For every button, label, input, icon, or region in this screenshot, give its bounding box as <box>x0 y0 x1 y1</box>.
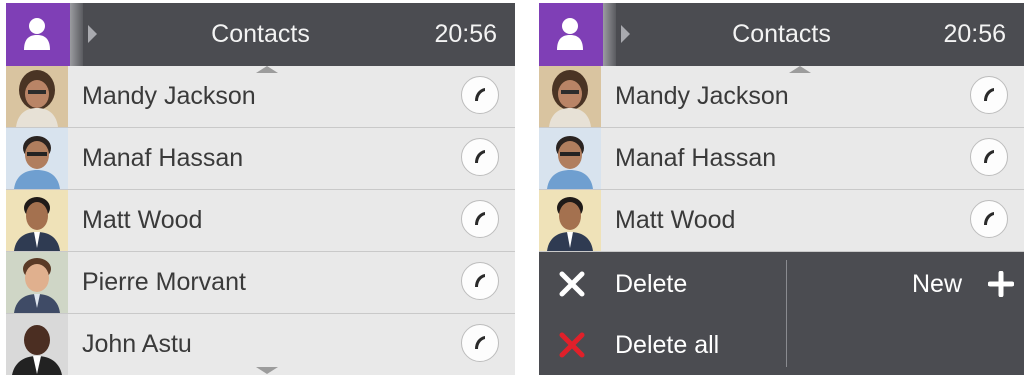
x-icon <box>559 332 585 358</box>
phone-handset-icon <box>984 212 994 225</box>
avatar <box>539 128 601 189</box>
contact-row-mandy-jackson[interactable]: Mandy Jackson <box>539 66 1024 128</box>
call-button[interactable] <box>970 138 1008 176</box>
divider <box>786 260 787 367</box>
page-title: Contacts <box>732 20 831 48</box>
clock: 20:56 <box>943 20 1006 48</box>
delete-button[interactable]: Delete <box>539 254 779 314</box>
avatar <box>6 314 68 375</box>
x-icon <box>559 271 585 297</box>
contact-name: Matt Wood <box>615 206 736 234</box>
chevron-right-icon[interactable] <box>88 25 97 43</box>
contacts-tab-button[interactable] <box>6 3 70 66</box>
phone-handset-icon <box>475 212 485 225</box>
call-button[interactable] <box>970 200 1008 238</box>
call-button[interactable] <box>461 200 499 238</box>
clock: 20:56 <box>434 20 497 48</box>
contact-name: Matt Wood <box>82 206 203 234</box>
panel-handle[interactable] <box>70 3 83 66</box>
contacts-screen-actions: Contacts 20:56 Mandy Jackson Manaf Hassa… <box>539 3 1024 375</box>
new-label: New <box>911 270 962 298</box>
contact-row-pierre-morvant[interactable]: Pierre Morvant <box>6 252 515 314</box>
phone-handset-icon <box>984 150 994 163</box>
contact-row-matt-wood[interactable]: Matt Wood <box>539 190 1024 252</box>
avatar <box>6 66 68 127</box>
header-bar: Contacts 20:56 <box>539 3 1024 66</box>
contact-name: Pierre Morvant <box>82 268 246 296</box>
header-bar: Contacts 20:56 <box>6 3 515 66</box>
scroll-down-icon[interactable] <box>256 367 278 374</box>
action-panel: Delete Delete all New <box>539 252 1024 375</box>
avatar <box>6 190 68 251</box>
scroll-up-icon[interactable] <box>789 66 811 73</box>
phone-handset-icon <box>475 274 485 287</box>
contacts-screen-list: Contacts 20:56 Mandy Jackson Manaf Hassa… <box>6 3 515 375</box>
contacts-tab-button[interactable] <box>539 3 603 66</box>
delete-label: Delete <box>615 270 688 298</box>
avatar <box>539 66 601 127</box>
avatar <box>539 190 601 251</box>
call-button[interactable] <box>461 76 499 114</box>
chevron-right-icon[interactable] <box>621 25 630 43</box>
new-contact-button[interactable]: New <box>839 254 1024 314</box>
person-icon <box>557 18 583 50</box>
call-button[interactable] <box>970 76 1008 114</box>
contact-list: Mandy Jackson Manaf Hassan <box>539 66 1024 252</box>
phone-handset-icon <box>475 150 485 163</box>
call-button[interactable] <box>461 138 499 176</box>
phone-handset-icon <box>475 88 485 101</box>
contact-row-mandy-jackson[interactable]: Mandy Jackson <box>6 66 515 128</box>
avatar <box>6 252 68 313</box>
call-button[interactable] <box>461 262 499 300</box>
contact-row-matt-wood[interactable]: Matt Wood <box>6 190 515 252</box>
contact-name: Manaf Hassan <box>615 144 777 172</box>
contact-name: Mandy Jackson <box>615 82 789 110</box>
page-title: Contacts <box>211 20 310 48</box>
delete-all-label: Delete all <box>615 331 720 359</box>
avatar <box>6 128 68 189</box>
contact-name: Mandy Jackson <box>82 82 256 110</box>
contact-name: John Astu <box>82 330 192 358</box>
phone-handset-icon <box>475 336 485 349</box>
scroll-up-icon[interactable] <box>256 66 278 73</box>
contact-row-manaf-hassan[interactable]: Manaf Hassan <box>6 128 515 190</box>
plus-icon <box>988 271 1014 297</box>
contact-list: Mandy Jackson Manaf Hassan <box>6 66 515 375</box>
phone-handset-icon <box>984 88 994 101</box>
contact-row-manaf-hassan[interactable]: Manaf Hassan <box>539 128 1024 190</box>
panel-handle[interactable] <box>603 3 616 66</box>
delete-all-button[interactable]: Delete all <box>539 315 779 375</box>
call-button[interactable] <box>461 324 499 362</box>
contact-name: Manaf Hassan <box>82 144 244 172</box>
contact-row-john-astu[interactable]: John Astu <box>6 314 515 375</box>
person-icon <box>24 18 50 50</box>
